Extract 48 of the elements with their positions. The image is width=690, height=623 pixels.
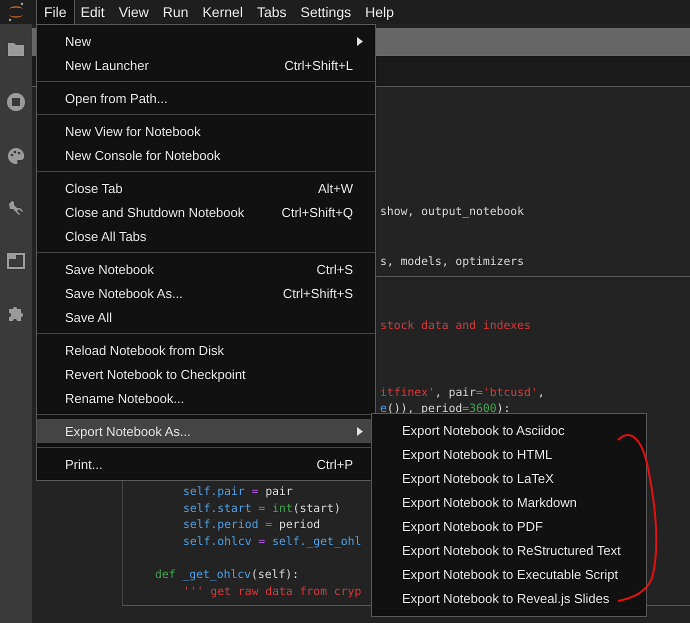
menu-entry[interactable]: Export Notebook to PDF [372,515,646,539]
menu-entry[interactable]: Reload Notebook from Disk [37,338,375,362]
window-icon[interactable] [7,253,25,269]
code-line: self.pair = pair [183,483,293,500]
menu-entry[interactable]: Close Tab Alt+W [37,176,375,200]
menu-item[interactable]: Edit [74,0,112,24]
menu-entry[interactable]: Export Notebook to HTML [372,443,646,467]
menu-item[interactable]: File [37,0,74,24]
menu-entry[interactable]: Export Notebook to Asciidoc [372,419,646,443]
menu-entry[interactable]: New [37,29,375,53]
code-line: self.start = int(start) [183,500,341,516]
menu-item[interactable]: Settings [294,0,358,24]
menu-entry[interactable]: Save Notebook As... Ctrl+Shift+S [37,281,375,305]
stop-circle-icon[interactable] [6,92,26,112]
menu-entry[interactable]: Export Notebook to Executable Script [372,563,646,587]
code-line: itfinex', pair='btcusd', [380,384,545,400]
code-line: show, output_notebook [380,203,524,220]
menu-entry[interactable]: Export Notebook to LaTeX [372,467,646,491]
menu-item[interactable]: Help [358,0,401,24]
menu-entry[interactable]: Close All Tabs [37,224,375,248]
code-line: e()), period=3600): [380,400,510,417]
puzzle-icon[interactable] [7,304,25,322]
menu-entry[interactable]: New Launcher Ctrl+Shift+L [37,53,375,77]
folder-icon[interactable] [7,41,25,57]
code-line: ''' get raw data from cryp [183,582,362,600]
menu-entry[interactable]: Rename Notebook... [37,386,375,410]
menu-entry[interactable]: Export Notebook to Reveal.js Slides [372,587,646,611]
menu-entry[interactable]: New View for Notebook [37,119,375,143]
code-line: stock data and indexes [380,317,531,334]
menu-item[interactable]: Tabs [250,0,294,24]
menu-entry[interactable]: Export Notebook to Markdown [372,491,646,515]
menu-entry[interactable]: Print... Ctrl+P [37,452,375,476]
menu-entry[interactable]: Save Notebook Ctrl+S [37,257,375,281]
palette-icon[interactable] [7,147,25,165]
code-line: def _get_ohlcv(self): [155,566,300,583]
menu-entry[interactable]: New Console for Notebook [37,143,375,167]
menu-item[interactable]: Run [156,0,196,24]
menu-entry[interactable]: Open from Path... [37,86,375,110]
menu-entry[interactable]: Export Notebook to ReStructured Text [372,539,646,563]
code-line: s, models, optimizers [380,252,524,270]
code-line: self.period = period [183,516,320,533]
menu-item[interactable]: View [112,0,156,24]
menu-item[interactable]: Kernel [195,0,250,24]
menu-entry[interactable]: Close and Shutdown Notebook Ctrl+Shift+Q [37,200,375,224]
menu-entry[interactable]: Revert Notebook to Checkpoint [37,362,375,386]
menu-entry[interactable]: Save All [37,305,375,329]
wrench-icon[interactable] [7,200,25,218]
code-line: self.ohlcv = self._get_ohl [183,532,362,550]
